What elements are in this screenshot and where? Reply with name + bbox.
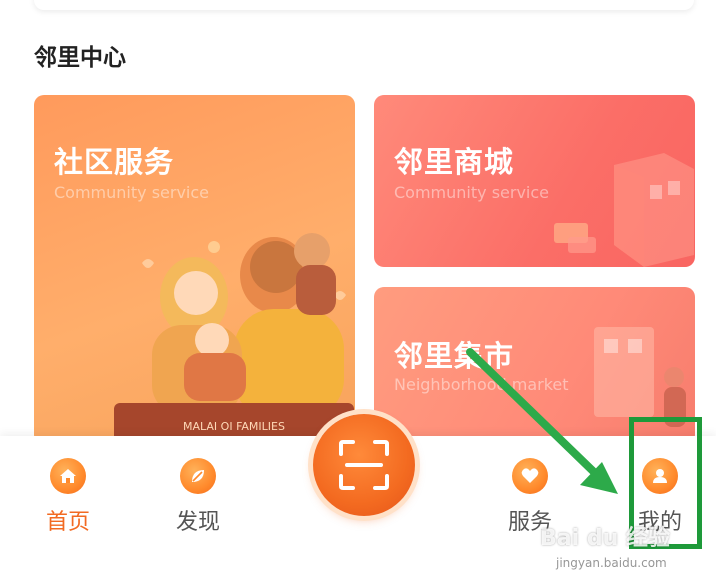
watermark: Bai du 经验 — [540, 526, 670, 551]
annotation-arrow — [466, 348, 618, 494]
watermark-url: jingyan.baidu.com — [556, 556, 667, 570]
